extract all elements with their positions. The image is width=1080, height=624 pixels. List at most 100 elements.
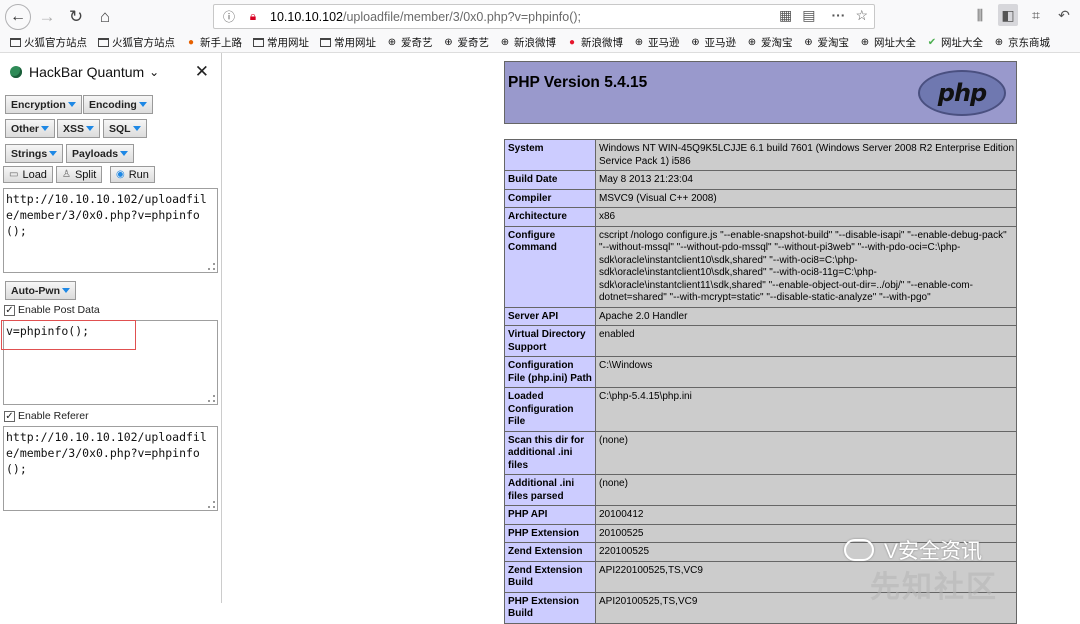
php-info-value: 20100412	[595, 505, 1017, 525]
php-info-row: PHP API 20100412	[504, 505, 1017, 525]
php-info-row: Additional .ini files parsed (none)	[504, 474, 1017, 506]
watermark-secondary: 先知社区	[870, 571, 998, 604]
resize-handle[interactable]	[208, 263, 215, 270]
undo-arrow-icon[interactable]: ↶	[1054, 4, 1074, 26]
autopwn-label: Auto-Pwn	[11, 284, 60, 297]
xss-label: XSS	[63, 122, 85, 135]
folder-icon	[97, 37, 109, 48]
bookmark-item[interactable]: ⊕ 新浪微博	[499, 35, 556, 50]
php-info-row: Virtual Directory Support enabled	[504, 325, 1017, 357]
forward-button[interactable]: →	[34, 4, 60, 30]
php-info-value: C:\php-5.4.15\php.ini	[595, 387, 1017, 432]
globe-icon: ⊕	[691, 37, 700, 48]
url-text[interactable]: 10.10.10.102/uploadfile/member/3/0x0.php…	[270, 10, 581, 24]
folder-icon	[252, 37, 264, 48]
reload-button[interactable]: ↻	[63, 4, 89, 30]
bookmark-item[interactable]: ⊕ 亚马逊	[633, 35, 680, 50]
reader-view-icon[interactable]: ▤	[802, 7, 815, 24]
bookmark-label: 新浪微博	[581, 37, 623, 49]
php-info-value: C:\Windows	[595, 356, 1017, 388]
sidebar-header[interactable]: HackBar Quantum ⌄	[10, 64, 159, 80]
folder-icon	[319, 37, 331, 48]
close-icon[interactable]: ✕	[195, 62, 209, 82]
bookmark-item[interactable]: ✔ 网址大全	[926, 35, 983, 50]
bookmark-item[interactable]: ⊕ 京东商城	[993, 35, 1050, 50]
php-info-row: Server API Apache 2.0 Handler	[504, 306, 1017, 326]
bookmark-label: 火狐官方站点	[24, 37, 87, 49]
bookmark-item[interactable]: ● 新手上路	[185, 35, 242, 50]
page-info-icon[interactable]: ⓘ	[220, 8, 238, 25]
bookmark-item[interactable]: 常用网址	[319, 35, 376, 50]
watermark: V安全资讯	[844, 535, 982, 565]
php-info-key: PHP Extension	[504, 523, 596, 543]
php-info-value: cscript /nologo configure.js "--enable-s…	[595, 225, 1017, 308]
dropdown-arrow-icon	[132, 126, 141, 131]
bookmark-item[interactable]: ⊕ 亚马逊	[690, 35, 737, 50]
chevron-down-icon: ⌄	[149, 65, 160, 79]
home-icon: ⌂	[99, 6, 111, 26]
php-info-key: Additional .ini files parsed	[504, 474, 596, 506]
split-url-button[interactable]: ♙ Split	[56, 166, 103, 183]
bookmark-item[interactable]: ● 新浪微博	[566, 35, 623, 50]
run-button[interactable]: ◉ Run	[110, 166, 155, 183]
php-info-key: Zend Extension	[504, 542, 596, 562]
load-url-button[interactable]: ▭ Load	[3, 166, 53, 183]
php-info-value: x86	[595, 207, 1017, 227]
url-textarea[interactable]: http://10.10.10.102/uploadfile/member/3/…	[3, 188, 218, 273]
bookmark-item[interactable]: ⊕ 爱奇艺	[386, 35, 433, 50]
other-menu[interactable]: Other	[5, 119, 56, 138]
dropdown-arrow-icon	[120, 151, 129, 156]
php-info-value: Windows NT WIN-45Q9K5LCJJE 6.1 build 760…	[595, 139, 1017, 171]
wechat-icon	[844, 539, 874, 561]
bookmark-label: 亚马逊	[704, 37, 737, 49]
globe-icon: ⊕	[634, 37, 644, 48]
screenshot-crop-icon[interactable]: ⌗	[1026, 4, 1046, 26]
bookmark-item[interactable]: 火狐官方站点	[9, 35, 87, 50]
home-button[interactable]: ⌂	[92, 4, 118, 30]
url-path: /uploadfile/member/3/0x0.php?v=phpinfo()…	[343, 9, 581, 24]
bookmark-item[interactable]: ⊕ 网址大全	[859, 35, 916, 50]
checkbox-checked-icon: ✓	[4, 410, 15, 422]
php-info-value: Apache 2.0 Handler	[595, 306, 1017, 326]
referer-textarea[interactable]: http://10.10.10.102/uploadfile/member/3/…	[3, 426, 218, 511]
strings-menu[interactable]: Strings	[5, 144, 64, 163]
insecure-lock-icon[interactable]: 🔒︎	[244, 9, 262, 24]
php-info-key: Compiler	[504, 188, 596, 208]
encryption-menu[interactable]: Encryption	[5, 95, 82, 114]
forward-arrow-icon: →	[38, 6, 56, 26]
php-info-key: Loaded Configuration File	[504, 387, 596, 432]
encoding-label: Encoding	[89, 98, 137, 111]
enable-referer-checkbox[interactable]: ✓ Enable Referer	[4, 410, 89, 422]
php-info-row: Architecture x86	[504, 207, 1017, 227]
sql-menu[interactable]: SQL	[103, 119, 147, 138]
bookmark-item[interactable]: 火狐官方站点	[97, 35, 175, 50]
weibo-icon: ●	[568, 37, 576, 48]
sql-label: SQL	[109, 122, 131, 135]
bookmark-item[interactable]: ⊕ 爱淘宝	[746, 35, 793, 50]
library-icon[interactable]: ⫼	[970, 4, 990, 26]
bookmark-item[interactable]: ⊕ 爱淘宝	[803, 35, 849, 50]
encoding-menu[interactable]: Encoding	[83, 95, 153, 114]
load-label: Load	[22, 168, 47, 181]
payloads-menu[interactable]: Payloads	[66, 144, 135, 163]
php-info-key: PHP Extension Build	[504, 591, 596, 624]
page-actions-button[interactable]: ···	[831, 7, 845, 24]
browser-toolbar: ← → ↻ ⌂ ⓘ 🔒︎ 10.10.10.102/uploadfile/mem…	[0, 0, 1080, 33]
resize-handle[interactable]	[208, 501, 215, 508]
back-button[interactable]: ←	[5, 3, 31, 30]
xss-menu[interactable]: XSS	[57, 119, 101, 138]
bookmarks-bar: 火狐官方站点 火狐官方站点 ● 新手上路 常用网址 常用网址 ⊕ 爱奇艺 ⊕ 爱奇艺 ⊕ 新浪微博 ● 新…	[0, 33, 1080, 53]
autopwn-menu[interactable]: Auto-Pwn	[5, 281, 76, 300]
bookmark-star-icon[interactable]: ☆	[855, 7, 868, 24]
enable-post-data-checkbox[interactable]: ✓ Enable Post Data	[4, 304, 100, 316]
qr-code-icon[interactable]: ▦	[779, 7, 792, 24]
dropdown-arrow-icon	[62, 288, 70, 293]
php-info-key: System	[504, 139, 596, 171]
address-bar[interactable]: ⓘ 🔒︎ 10.10.10.102/uploadfile/member/3/0x…	[213, 4, 875, 29]
resize-handle[interactable]	[208, 395, 215, 402]
bookmark-item[interactable]: ⊕ 爱奇艺	[443, 35, 490, 50]
bookmark-item[interactable]: 常用网址	[252, 35, 309, 50]
bookmark-label: 爱奇艺	[457, 37, 490, 49]
bookmark-label: 新浪微博	[514, 37, 556, 49]
sidebar-toggle-icon[interactable]: ◧	[998, 4, 1018, 26]
